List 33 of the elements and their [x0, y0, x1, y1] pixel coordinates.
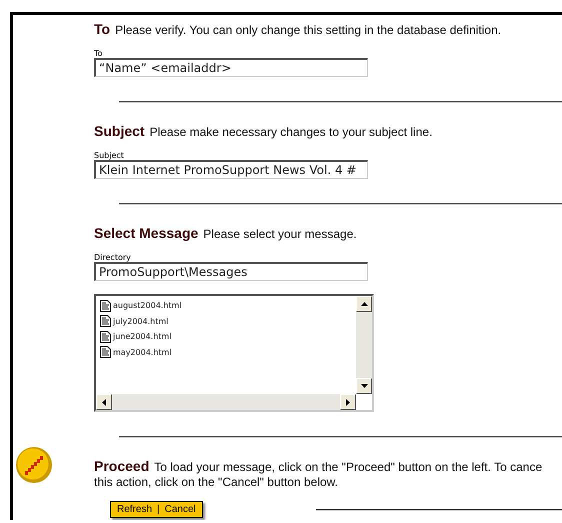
- scroll-left-icon[interactable]: [96, 394, 112, 410]
- document-icon: [100, 300, 111, 312]
- action-link[interactable]: Cancel: [164, 504, 196, 515]
- instruction-text: this action, click on the "Cancel" button below.: [94, 475, 339, 489]
- scroll-down-icon[interactable]: [356, 378, 372, 394]
- section-heading: To: [94, 21, 110, 37]
- document-icon: [100, 330, 111, 343]
- document-icon: [100, 315, 111, 328]
- section-heading: Subject: [94, 123, 145, 139]
- field-label: Directory: [94, 253, 132, 262]
- field-label: Subject: [94, 151, 125, 160]
- document-icon: [100, 346, 111, 358]
- scroll-up-icon[interactable]: [356, 296, 372, 312]
- file-item[interactable]: may2004.html: [100, 344, 352, 360]
- file-item[interactable]: august2004.html: [100, 298, 352, 314]
- vertical-scrollbar[interactable]: [356, 296, 372, 394]
- scroll-right-icon[interactable]: [340, 394, 356, 410]
- input-field[interactable]: PromoSupport\Messages: [94, 262, 368, 281]
- file-item[interactable]: july2004.html: [100, 314, 352, 329]
- separator: |: [157, 504, 160, 515]
- input-field[interactable]: “Name” <emailaddr>: [94, 58, 368, 77]
- input-field[interactable]: Klein Internet PromoSupport News Vol. 4 #: [94, 160, 368, 179]
- proceed-icon[interactable]: [15, 446, 53, 484]
- file-item[interactable]: june2004.html: [100, 329, 352, 344]
- field-label: To: [94, 49, 104, 58]
- section-heading: Proceed: [94, 458, 150, 474]
- instruction-text: To load your message, click on the "Proceed" button on the left. To cance: [154, 460, 542, 474]
- action-link[interactable]: Refresh: [117, 504, 152, 515]
- horizontal-scrollbar[interactable]: [96, 394, 356, 410]
- section-description: Please make necessary changes to your subject line.: [150, 125, 432, 139]
- section-description: Please select your message.: [203, 227, 357, 241]
- section-description: Please verify. You can only change this setting in the database definition.: [115, 23, 502, 37]
- section-heading: Select Message: [94, 225, 198, 241]
